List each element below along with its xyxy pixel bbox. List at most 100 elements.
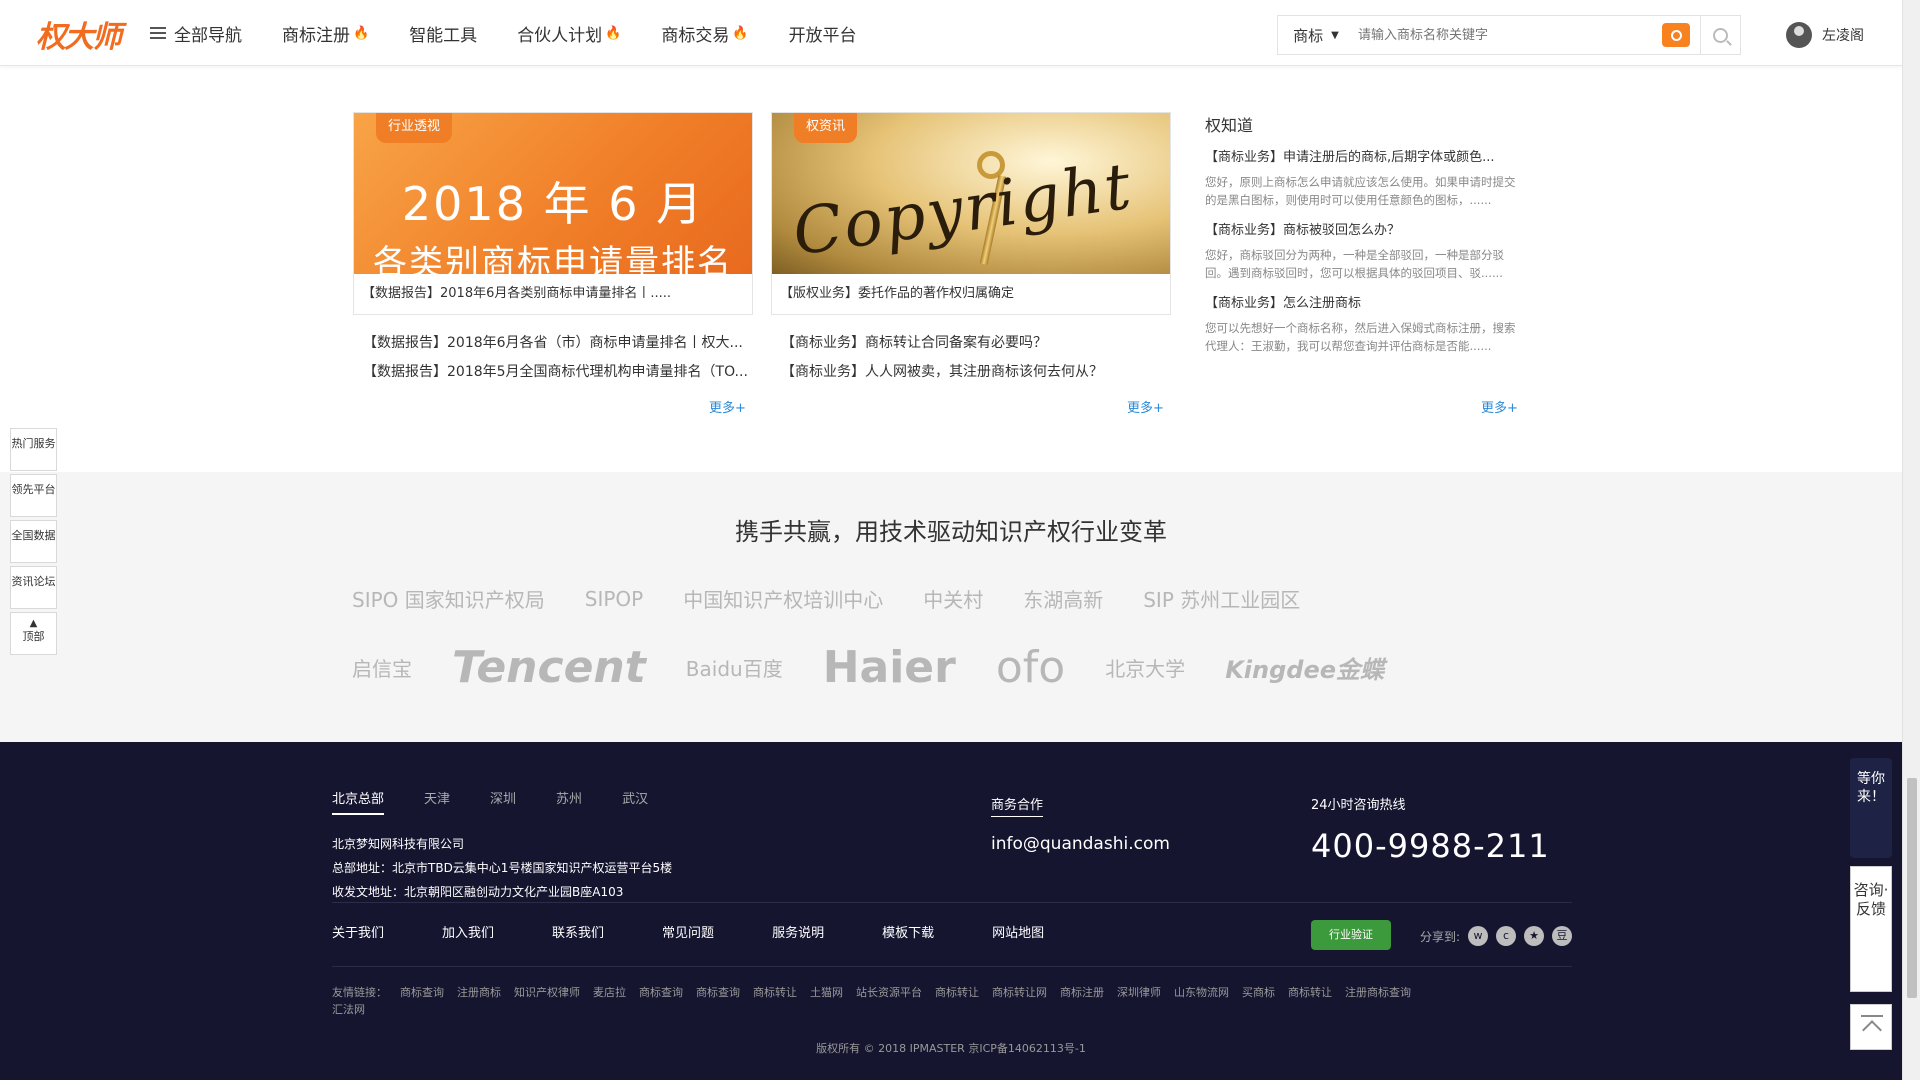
search-category-select[interactable]: 商标 ▼ — [1278, 16, 1354, 54]
more-link-industry[interactable]: 更多+ — [709, 397, 746, 416]
qa-question[interactable]: 【商标业务】怎么注册商标 — [1205, 292, 1525, 311]
side-tab-label: 顶部 — [22, 630, 45, 643]
qa-question[interactable]: 【商标业务】商标被驳回怎么办？ — [1205, 219, 1525, 238]
qa-answer: 您好，商标驳回分为两种，一种是全部驳回，一种是部分驳回。遇到商标驳回时，您可以根… — [1205, 248, 1504, 280]
side-tab-hot-services[interactable]: 热门服务 — [10, 428, 57, 471]
page-scrollbar[interactable] — [1902, 0, 1920, 1080]
copyright: 版权所有 © 2018 IPMASTER 京ICP备14062113号-1 — [816, 1042, 1086, 1055]
partner-logo-kingdee[interactable]: Kingdee金蝶 — [1225, 650, 1384, 685]
footer-link-service[interactable]: 服务说明 — [772, 922, 824, 941]
card-image-heading: 2018 年 6 月 — [401, 177, 705, 231]
partner-logo-qixinbao[interactable]: 启信宝 — [352, 653, 412, 682]
share-bar: 分享到: w c ★ 豆 — [1420, 926, 1573, 946]
scroll-thumb[interactable] — [1907, 778, 1917, 998]
friend-link[interactable]: 商标转让 — [753, 986, 797, 999]
footer-link-sitemap[interactable]: 网站地图 — [992, 922, 1044, 941]
side-tab-national-data[interactable]: 全国数据 — [10, 520, 57, 563]
main-nav: 全部导航 商标注册 🔥 智能工具 合伙人计划 🔥 商标交易 🔥 开放平台 — [150, 0, 897, 66]
image-search-camera-icon[interactable] — [1662, 23, 1690, 47]
side-tab-back-to-top[interactable]: ▲ 顶部 — [10, 612, 57, 655]
partners-section: 携手共赢，用技术驱动知识产权行业变革 SIPO 国家知识产权局 SIPOP 中国… — [0, 472, 1902, 742]
news-link[interactable]: 【商标业务】商标转让合同备案有必要吗？ — [771, 329, 1171, 358]
tab-shenzhen[interactable]: 深圳 — [490, 788, 516, 815]
tab-suzhou[interactable]: 苏州 — [556, 788, 582, 815]
qa-question[interactable]: 【商标业务】申请注册后的商标,后期字体或颜色... — [1205, 146, 1525, 165]
douban-icon[interactable]: 豆 — [1552, 926, 1573, 946]
card-image-heading: Copyright — [788, 149, 1138, 271]
wechat-icon[interactable]: c — [1496, 926, 1517, 946]
tab-wuhan[interactable]: 武汉 — [622, 788, 648, 815]
friend-link[interactable]: 深圳律师 — [1117, 986, 1161, 999]
partner-logo-training-center[interactable]: 中国知识产权培训中心 — [683, 584, 883, 613]
partner-logo-haier[interactable]: Haier — [823, 642, 956, 693]
news-link[interactable]: 【商标业务】人人网被卖，其注册商标该何去何从？ — [771, 358, 1171, 387]
partner-logo-ofo[interactable]: ofo — [996, 642, 1065, 693]
card-caption[interactable]: 【数据报告】2018年6月各类别商标申请量排名丨..... — [354, 274, 752, 314]
news-card-copyright[interactable]: Copyright 权资讯 【版权业务】委托作品的著作权归属确定 — [771, 112, 1171, 315]
nav-all[interactable]: 全部导航 — [150, 21, 242, 46]
friend-link[interactable]: 站长资源平台 — [856, 986, 922, 999]
footer-link-join[interactable]: 加入我们 — [442, 922, 494, 941]
user-menu[interactable]: 左凌阁 — [1786, 22, 1864, 48]
friend-link[interactable]: 注册商标 — [457, 986, 501, 999]
nav-trademark-register[interactable]: 商标注册 🔥 — [282, 21, 369, 46]
share-label: 分享到: — [1420, 929, 1461, 944]
chevron-up-icon: ▲ — [29, 618, 38, 629]
search-icon — [1713, 27, 1728, 43]
footer-link-about[interactable]: 关于我们 — [332, 922, 384, 941]
friend-link[interactable]: 山东物流网 — [1174, 986, 1229, 999]
friend-link[interactable]: 商标注册 — [1060, 986, 1104, 999]
search-box: 商标 ▼ — [1277, 15, 1741, 55]
consult-feedback-button[interactable]: 咨询·反馈 — [1850, 866, 1892, 992]
card-image: Copyright 权资讯 — [772, 113, 1170, 274]
friend-link[interactable]: 买商标 — [1242, 986, 1275, 999]
partner-logo-pku[interactable]: 北京大学 — [1105, 653, 1185, 682]
partner-logo-donghu[interactable]: 东湖高新 — [1023, 584, 1103, 613]
tab-tianjin[interactable]: 天津 — [424, 788, 450, 815]
site-logo[interactable]: 权大师 — [36, 12, 122, 56]
footer-link-templates[interactable]: 模板下载 — [882, 922, 934, 941]
card-caption[interactable]: 【版权业务】委托作品的著作权归属确定 — [772, 274, 1170, 314]
friend-link[interactable]: 知识产权律师 — [514, 986, 580, 999]
qzone-icon[interactable]: ★ — [1524, 926, 1545, 946]
back-to-top-button[interactable] — [1850, 1004, 1892, 1050]
weibo-icon[interactable]: w — [1468, 926, 1489, 946]
friend-link[interactable]: 商标转让 — [1288, 986, 1332, 999]
side-tab-leading-platform[interactable]: 领先平台 — [10, 474, 57, 517]
nav-smart-tools[interactable]: 智能工具 — [409, 21, 477, 46]
news-link[interactable]: 【数据报告】2018年6月各省（市）商标申请量排名丨权大... — [353, 329, 753, 358]
biz-email[interactable]: info@quandashi.com — [991, 834, 1170, 854]
search-input[interactable] — [1354, 16, 1662, 54]
nav-trademark-trade[interactable]: 商标交易 🔥 — [661, 21, 748, 46]
side-tab-news-forum[interactable]: 资讯论坛 — [10, 566, 57, 609]
friend-link[interactable]: 土猫网 — [810, 986, 843, 999]
tab-beijing[interactable]: 北京总部 — [332, 788, 385, 815]
friend-link[interactable]: 商标转让 — [935, 986, 979, 999]
partner-logo-zgc[interactable]: 中关村 — [923, 584, 983, 613]
friend-link[interactable]: 商标转让网 — [992, 986, 1047, 999]
news-card-industry[interactable]: 2018 年 6 月 各类别商标申请量排名 行业透视 【数据报告】2018年6月… — [353, 112, 753, 315]
friend-link[interactable]: 汇法网 — [332, 1003, 365, 1016]
more-link-copyright[interactable]: 更多+ — [1127, 397, 1164, 416]
partner-logo-sipop[interactable]: SIPOP — [585, 587, 643, 611]
partner-logo-sip[interactable]: SIP 苏州工业园区 — [1143, 584, 1300, 613]
partner-logo-sipo[interactable]: SIPO 国家知识产权局 — [352, 584, 545, 613]
nav-open-platform[interactable]: 开放平台 — [789, 21, 857, 46]
friend-link[interactable]: 麦店拉 — [593, 986, 626, 999]
footer-link-contact[interactable]: 联系我们 — [552, 922, 604, 941]
friend-link[interactable]: 商标查询 — [696, 986, 740, 999]
friend-link[interactable]: 商标查询 — [639, 986, 683, 999]
chat-invite-widget[interactable]: 等你来！ — [1850, 758, 1892, 858]
more-link-qa[interactable]: 更多+ — [1481, 397, 1518, 416]
friend-link[interactable]: 商标查询 — [400, 986, 444, 999]
news-link[interactable]: 【数据报告】2018年5月全国商标代理机构申请量排名（TO... — [353, 358, 753, 387]
nav-partner-plan[interactable]: 合伙人计划 🔥 — [517, 21, 621, 46]
industry-verify-badge[interactable]: 行业验证 — [1311, 920, 1391, 950]
office-address: 北京梦知网科技有限公司 总部地址：北京市TBD云集中心1号楼国家知识产权运营平台… — [332, 832, 672, 904]
footer-link-faq[interactable]: 常见问题 — [662, 922, 714, 941]
partner-logo-tencent[interactable]: Tencent — [452, 642, 646, 693]
search-button[interactable] — [1700, 16, 1740, 54]
menu-icon — [150, 24, 166, 42]
partner-logo-baidu[interactable]: Baidu百度 — [686, 653, 783, 682]
friend-link[interactable]: 注册商标查询 — [1345, 986, 1411, 999]
